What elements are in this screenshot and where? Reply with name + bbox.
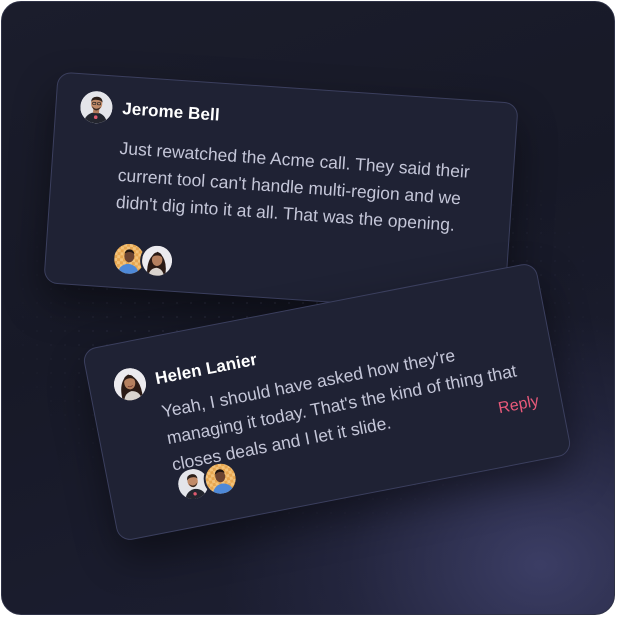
woman-avatar-icon: [111, 365, 149, 404]
checkered-avatar-icon: [203, 461, 239, 498]
author-name: Jerome Bell: [121, 99, 221, 125]
reactor-avatars: [111, 240, 176, 279]
canvas: Jerome Bell Just rewatched the Acme call…: [1, 1, 615, 615]
comment-header: Jerome Bell: [79, 90, 220, 131]
woman-avatar-icon: [141, 244, 174, 278]
avatar[interactable]: [79, 90, 114, 125]
reactor-avatar[interactable]: [138, 242, 176, 279]
comment-text: Just rewatched the Acme call. They said …: [115, 137, 471, 235]
man-avatar-icon: [79, 90, 114, 125]
avatar[interactable]: [111, 365, 149, 404]
